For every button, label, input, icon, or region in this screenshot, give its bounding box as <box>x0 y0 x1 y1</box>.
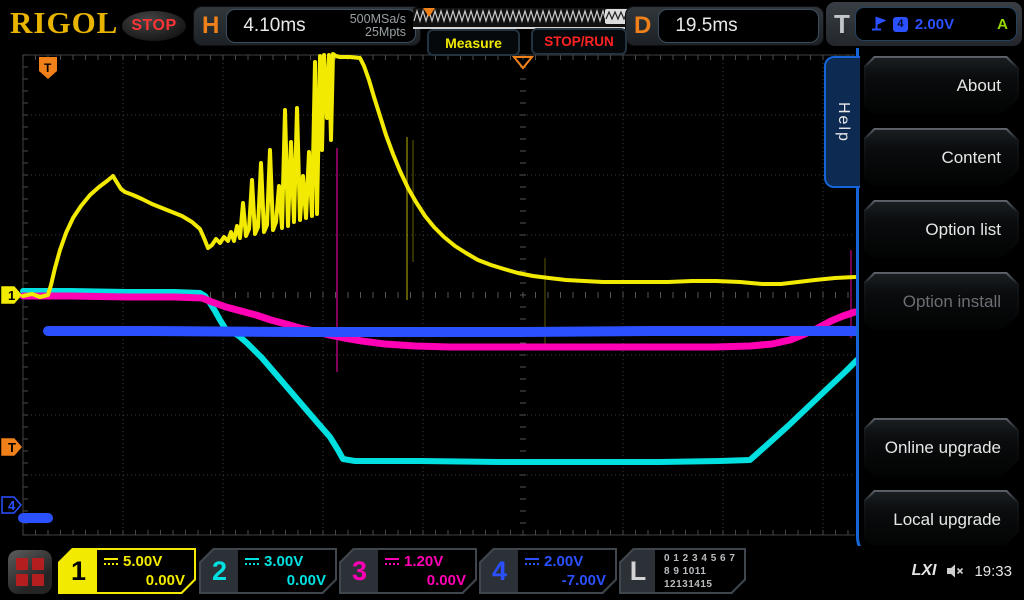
sample-rate: 500MSa/s25Mpts <box>350 13 415 39</box>
trigger-panel[interactable]: T 4 2.00V A <box>826 2 1022 46</box>
channel-1-number: 1 <box>60 550 97 592</box>
sound-muted-icon <box>945 563 965 579</box>
timebase-value: 4.10ms <box>227 15 305 37</box>
menu-button-about[interactable]: About <box>864 56 1019 116</box>
channel-2-scale: 3.00V <box>264 552 303 571</box>
channel-3-scale: 1.20V <box>404 552 443 571</box>
menu-button-online-upgrade[interactable]: Online upgrade <box>864 418 1019 478</box>
delay-panel[interactable]: D 19.5ms <box>625 6 824 46</box>
channel-3-block[interactable]: 3 1.20V 0.00V <box>339 548 477 594</box>
logic-label: L <box>621 550 655 592</box>
stop-run-button[interactable]: STOP/RUN <box>531 28 627 55</box>
svg-text:T: T <box>8 440 16 455</box>
channel-4-scale: 2.00V <box>544 552 583 571</box>
ch3-trace <box>23 296 855 347</box>
channel-4-number: 4 <box>481 550 518 592</box>
channel-4-offset: -7.00V <box>518 571 615 590</box>
svg-text:1: 1 <box>8 288 15 303</box>
level-marker-1[interactable]: 1 <box>2 287 21 303</box>
menu-button-local-upgrade[interactable]: Local upgrade <box>864 490 1019 550</box>
channel-1-scale: 5.00V <box>123 552 162 571</box>
t-label: T <box>826 9 855 40</box>
d-label: D <box>625 12 658 40</box>
memory-position-bar[interactable] <box>413 8 630 29</box>
coupling-dc-icon <box>385 558 399 565</box>
svg-text:T: T <box>44 61 52 75</box>
ch2-trace <box>23 291 857 462</box>
menu-button-option-install: Option install <box>864 272 1019 332</box>
help-menu-panel: About Content Option list Option install… <box>856 46 1024 563</box>
svg-text:4: 4 <box>8 498 16 513</box>
channel-2-offset: 0.00V <box>238 571 335 590</box>
channel-1-offset: 0.00V <box>97 571 194 590</box>
channel-3-number: 3 <box>341 550 378 592</box>
menu-button-content[interactable]: Content <box>864 128 1019 188</box>
measure-button[interactable]: Measure <box>427 29 520 56</box>
trigger-position-mini-marker <box>423 8 435 17</box>
trigger-mode: A <box>997 16 1008 33</box>
channel-4-block[interactable]: 4 2.00V -7.00V <box>479 548 617 594</box>
channel-2-number: 2 <box>201 550 238 592</box>
h-label: H <box>193 12 226 40</box>
horizontal-panel[interactable]: H 4.10ms 500MSa/s25Mpts <box>193 6 421 46</box>
lxi-indicator: LXI <box>912 562 937 580</box>
delay-value: 19.5ms <box>659 15 737 37</box>
coupling-dc-icon <box>525 558 539 565</box>
channel-status-bar: 1 5.00V 0.00V 2 3.00V 0.00V 3 <box>0 546 1024 600</box>
trigger-source-badge: 4 <box>893 17 908 32</box>
rigol-logo: RIGOL <box>10 5 118 41</box>
logic-row-2: 8 9 1011 12131415 <box>664 565 744 591</box>
oscilloscope-screen: 1T4T RIGOL STOP H 4.10ms 500MSa/s25Mpts … <box>0 0 1024 600</box>
trigger-position-marker[interactable]: T <box>39 57 57 79</box>
help-tab-label: Help <box>834 102 852 143</box>
menu-button-option-list[interactable]: Option list <box>864 200 1019 260</box>
channel-1-block[interactable]: 1 5.00V 0.00V <box>58 548 196 594</box>
help-menu-tab[interactable]: Help <box>824 56 860 188</box>
grid-icon <box>16 558 44 586</box>
logic-channels-block[interactable]: L 0 1 2 3 4 5 6 7 8 9 1011 12131415 <box>619 548 746 594</box>
ch4-trace <box>48 331 855 332</box>
level-marker-T[interactable]: T <box>2 439 21 455</box>
run-state-badge: STOP <box>122 11 186 41</box>
channel-2-block[interactable]: 2 3.00V 0.00V <box>199 548 337 594</box>
clock: 19:33 <box>974 563 1012 580</box>
trigger-level-value: 2.00V <box>915 16 954 33</box>
level-marker-4[interactable]: 4 <box>2 497 21 513</box>
logic-row-1: 0 1 2 3 4 5 6 7 <box>664 552 744 565</box>
trigger-edge-icon <box>870 16 886 32</box>
menu-grid-button[interactable] <box>8 550 52 594</box>
channel-3-offset: 0.00V <box>378 571 475 590</box>
coupling-dc-icon <box>104 558 118 565</box>
coupling-dc-icon <box>245 558 259 565</box>
